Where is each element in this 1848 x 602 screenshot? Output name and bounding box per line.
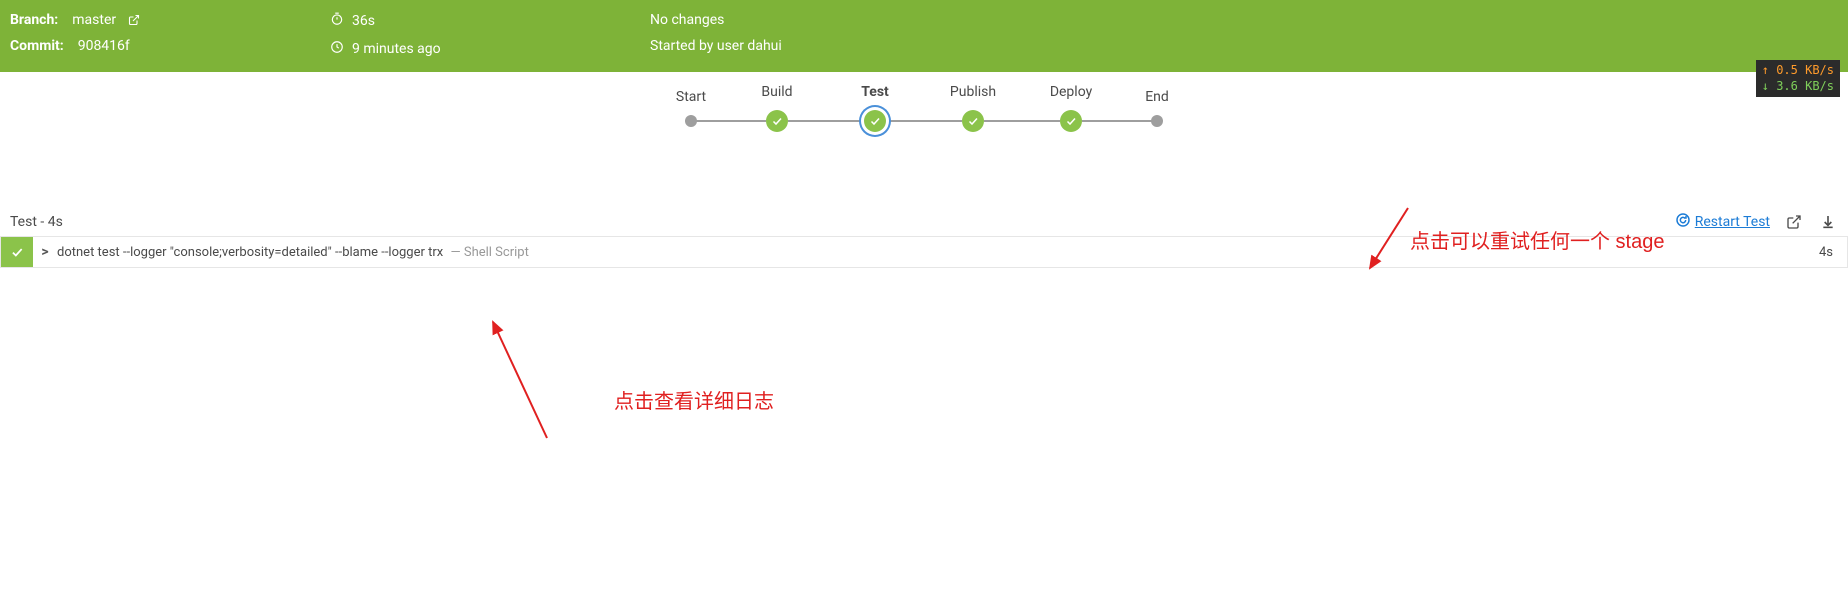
- header-col-status: No changes Started by user dahui: [650, 12, 1838, 58]
- step-duration: 4s: [1819, 245, 1847, 260]
- age-value: 9 minutes ago: [352, 41, 441, 57]
- annotation-log-hint: 点击查看详细日志: [614, 385, 774, 414]
- started-row: Started by user dahui: [650, 38, 1838, 54]
- annotation-arrow-log: [487, 318, 607, 458]
- step-row[interactable]: > dotnet test --logger "console;verbosit…: [0, 236, 1848, 268]
- open-external-button[interactable]: [1784, 212, 1804, 232]
- stage-node-check[interactable]: [864, 110, 886, 132]
- stopwatch-icon: [330, 12, 344, 30]
- stage-section-actions: Restart Test: [1675, 212, 1838, 232]
- duration-row: 36s: [330, 12, 650, 30]
- pipeline-stage-build[interactable]: Build: [766, 110, 788, 132]
- stage-node-terminal[interactable]: [685, 115, 697, 127]
- external-link-icon[interactable]: [128, 14, 140, 26]
- step-status-indicator: [1, 237, 33, 267]
- pipeline-stage-publish[interactable]: Publish: [962, 110, 984, 132]
- pipeline-edge: [886, 120, 962, 122]
- stage-section-header: Test - 4s Restart Test: [0, 212, 1848, 237]
- pipeline-edge: [696, 120, 766, 122]
- pipeline-stage-end[interactable]: End: [1151, 115, 1163, 127]
- pipeline-edge: [984, 120, 1060, 122]
- pipeline-track: Start Build Test Publish Deploy End: [685, 110, 1163, 132]
- clock-icon: [330, 40, 344, 58]
- pipeline-edge: [788, 120, 864, 122]
- stage-label: End: [1145, 89, 1169, 105]
- changes-value: No changes: [650, 12, 724, 28]
- commit-value[interactable]: 908416f: [78, 38, 130, 54]
- commit-row: Commit: 908416f: [10, 38, 330, 54]
- restart-label: Restart Test: [1695, 214, 1770, 230]
- stage-label: Start: [676, 89, 706, 105]
- pipeline-graph: Start Build Test Publish Deploy End: [0, 72, 1848, 212]
- pipeline-stage-test[interactable]: Test: [864, 110, 886, 132]
- header-col-timing: 36s 9 minutes ago: [330, 12, 650, 58]
- pipeline-header: Branch: master Commit: 908416f 36s 9 min…: [0, 0, 1848, 72]
- commit-label: Commit:: [10, 38, 64, 54]
- chevron-right-icon[interactable]: >: [33, 244, 57, 260]
- step-type-hint: — Shell Script: [446, 245, 528, 260]
- pipeline-edge: [1082, 120, 1152, 122]
- stage-node-check[interactable]: [766, 110, 788, 132]
- stage-label: Deploy: [1050, 84, 1092, 100]
- started-value: Started by user dahui: [650, 38, 782, 54]
- stage-node-terminal[interactable]: [1151, 115, 1163, 127]
- duration-value: 36s: [352, 13, 375, 29]
- stage-label: Publish: [950, 84, 996, 100]
- stage-node-check[interactable]: [1060, 110, 1082, 132]
- header-col-commit: Branch: master Commit: 908416f: [10, 12, 330, 58]
- branch-label: Branch:: [10, 12, 58, 28]
- stage-label: Test: [861, 84, 889, 100]
- branch-value[interactable]: master: [72, 12, 116, 28]
- refresh-icon: [1675, 212, 1691, 232]
- pipeline-stage-deploy[interactable]: Deploy: [1060, 110, 1082, 132]
- restart-stage-button[interactable]: Restart Test: [1675, 212, 1770, 232]
- pipeline-stage-start[interactable]: Start: [685, 115, 697, 127]
- download-log-button[interactable]: [1818, 212, 1838, 232]
- stage-section-title: Test - 4s: [10, 214, 63, 230]
- branch-row: Branch: master: [10, 12, 330, 28]
- stage-label: Build: [761, 84, 792, 100]
- age-row: 9 minutes ago: [330, 40, 650, 58]
- changes-row: No changes: [650, 12, 1838, 28]
- stage-node-check[interactable]: [962, 110, 984, 132]
- step-command-text: dotnet test --logger "console;verbosity=…: [57, 245, 443, 260]
- step-command: dotnet test --logger "console;verbosity=…: [57, 245, 1819, 260]
